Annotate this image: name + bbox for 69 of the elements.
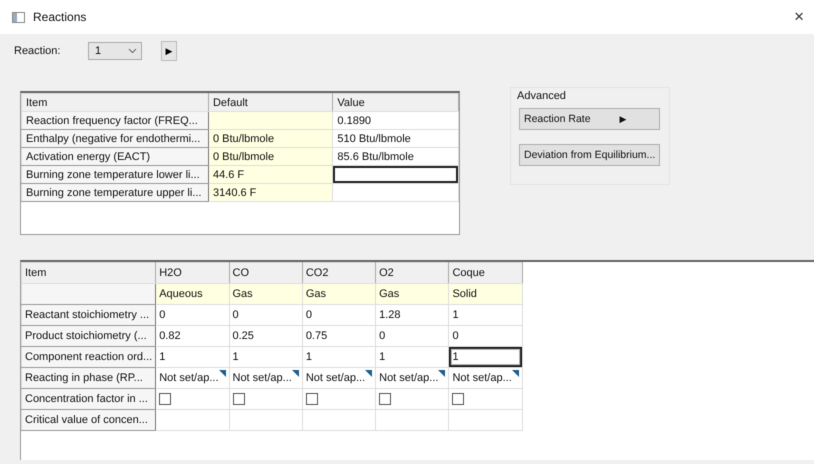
row-label: Activation energy (EACT)	[22, 148, 208, 166]
value-cell[interactable]: 1	[156, 346, 229, 368]
phase-cell: Gas	[302, 284, 376, 304]
value-cell[interactable]: 0	[376, 326, 449, 346]
value-cell[interactable]: 1	[376, 346, 449, 368]
checkbox[interactable]	[379, 393, 392, 406]
value-cell[interactable]: 1	[302, 346, 376, 368]
value-cell[interactable]: 0.75	[302, 326, 376, 346]
corner-triangle-icon	[292, 370, 299, 376]
close-icon[interactable]: ×	[792, 7, 806, 27]
window-title: Reactions	[33, 10, 88, 24]
value-cell[interactable]: 85.6 Btu/lbmole	[332, 148, 458, 166]
value-cell[interactable]: 0	[448, 326, 522, 346]
column-header: Coque	[448, 262, 522, 284]
checkbox[interactable]	[159, 393, 172, 406]
default-cell: 0 Btu/lbmole	[208, 130, 333, 148]
default-cell: 3140.6 F	[208, 184, 333, 202]
group-title: Advanced	[517, 90, 567, 102]
row-label: Burning zone temperature upper li...	[22, 184, 208, 202]
corner-triangle-icon	[512, 370, 519, 376]
value-cell[interactable]: 0.82	[156, 326, 229, 346]
column-header: Default	[208, 94, 333, 112]
row-label: Concentration factor in ...	[22, 388, 156, 410]
phase-cell: Gas	[229, 284, 302, 304]
value-cell[interactable]: 1	[448, 304, 522, 326]
corner-triangle-icon	[365, 370, 372, 376]
value-cell[interactable]: 1	[448, 346, 522, 368]
reaction-label: Reaction:	[14, 45, 62, 57]
row-label: Reactant stoichiometry ...	[22, 304, 156, 326]
row-label: Critical value of concen...	[22, 410, 156, 430]
row-label: Reacting in phase (RP...	[22, 368, 156, 388]
value-cell[interactable]	[332, 184, 458, 202]
phase-cell: Gas	[376, 284, 449, 304]
value-cell[interactable]: 0	[229, 304, 302, 326]
row-label: Reaction frequency factor (FREQ...	[22, 112, 208, 130]
corner-triangle-icon	[218, 370, 226, 376]
checkbox[interactable]	[452, 393, 464, 406]
column-header: Item	[22, 94, 208, 112]
value-cell[interactable]: 1	[229, 346, 302, 368]
checkbox[interactable]	[306, 393, 318, 406]
row-label: Enthalpy (negative for endothermi...	[22, 130, 208, 148]
value-cell[interactable]: 0	[156, 304, 229, 326]
column-header: CO	[229, 262, 302, 284]
checkbox[interactable]	[232, 393, 244, 406]
reaction-dropdown[interactable]: 1	[88, 42, 142, 60]
column-header: CO2	[302, 262, 376, 284]
next-button[interactable]: ▶	[161, 41, 177, 61]
column-header: H2O	[156, 262, 229, 284]
value-cell[interactable]	[332, 166, 458, 184]
column-header: O2	[376, 262, 449, 284]
value-cell[interactable]: 510 Btu/lbmole	[332, 130, 458, 148]
column-header: Item	[22, 262, 156, 284]
value-cell[interactable]: 0.25	[229, 326, 302, 346]
column-header: Value	[332, 94, 458, 112]
row-label: Burning zone temperature lower li...	[22, 166, 208, 184]
row-label: Component reaction ord...	[22, 346, 156, 368]
phase-cell: Solid	[448, 284, 522, 304]
default-cell: 44.6 F	[208, 166, 333, 184]
caret-icon[interactable]	[128, 48, 137, 54]
value-cell[interactable]: 0.1890	[332, 112, 458, 130]
value-cell[interactable]: 0	[302, 304, 376, 326]
row-label: Product stoichiometry (...	[22, 326, 156, 346]
window-icon	[12, 12, 25, 22]
corner-triangle-icon	[438, 370, 446, 376]
phase-cell: Aqueous	[156, 284, 229, 304]
value-cell[interactable]: 1.28	[376, 304, 449, 326]
reaction-rate-button[interactable]: Reaction Rate ▶	[519, 108, 660, 130]
default-cell: 0 Btu/lbmole	[208, 148, 333, 166]
deviation-button[interactable]: Deviation from Equilibrium...	[519, 144, 660, 166]
